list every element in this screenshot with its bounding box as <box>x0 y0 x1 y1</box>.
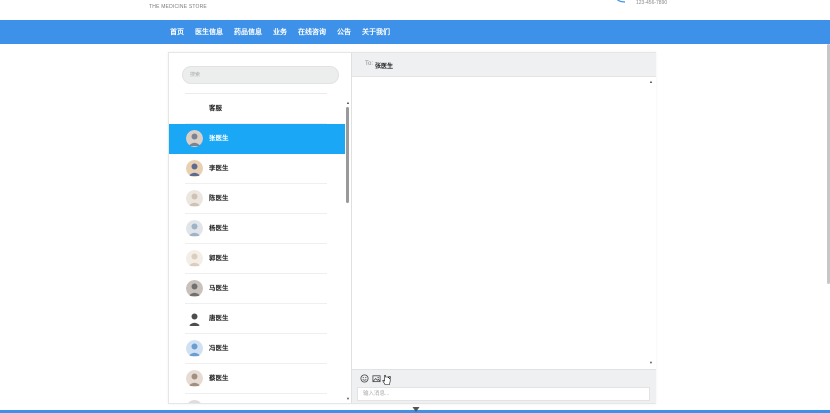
message-input[interactable]: 输入消息... <box>357 387 650 401</box>
contact-list: 搜索 客服张医生李医生陈医生杨医生郭医生马医生唐医生冯医生蔡医生谢医生 ▲ ▼ <box>169 53 351 403</box>
phone-number: 123-456-7890 <box>636 0 668 6</box>
image-icon[interactable] <box>372 374 381 383</box>
contact-name: 谢医生 <box>209 394 229 403</box>
nav-item-4[interactable]: 在线咨询 <box>298 27 326 37</box>
avatar <box>186 370 203 387</box>
chat-scroll-down-icon[interactable]: ▼ <box>649 360 653 365</box>
search-input[interactable]: 搜索 <box>182 66 339 84</box>
chat-scroll-up-icon[interactable]: ▲ <box>649 79 653 84</box>
chat-area: To: 张医生 ▲ ▼ 输入消息... <box>351 53 656 403</box>
avatar <box>186 160 203 177</box>
contact-name: 客服 <box>209 105 222 112</box>
chat-panel: 搜索 客服张医生李医生陈医生杨医生郭医生马医生唐医生冯医生蔡医生谢医生 ▲ ▼ … <box>168 52 656 404</box>
scroll-thumb[interactable] <box>346 107 349 203</box>
nav-item-6[interactable]: 关于我们 <box>362 27 390 37</box>
nav-menu: 首页 医生信息 药品信息 业务 在线咨询 公告 关于我们 <box>170 20 390 44</box>
contact-name: 冯医生 <box>209 345 229 352</box>
contact-name: 张医生 <box>209 135 229 142</box>
store-subtitle: THE MEDICINE STORE <box>149 4 207 10</box>
contact-item[interactable]: 李医生 <box>169 154 345 184</box>
contact-name: 蔡医生 <box>209 375 229 382</box>
scroll-down-icon[interactable]: ▼ <box>346 396 350 401</box>
mouse-pointer-icon <box>382 374 391 385</box>
avatar <box>186 130 203 147</box>
nav-item-3[interactable]: 业务 <box>273 27 287 37</box>
chat-header: To: 张医生 <box>352 53 656 77</box>
contact-name: 马医生 <box>209 285 229 292</box>
to-label: To: <box>365 61 374 67</box>
phone-icon <box>616 0 626 3</box>
nav-item-2[interactable]: 药品信息 <box>234 27 262 37</box>
contact-list-scrollbar[interactable]: ▲ ▼ <box>345 100 350 403</box>
avatar <box>186 190 203 207</box>
contact-item[interactable]: 陈医生 <box>169 184 345 214</box>
nav-item-5[interactable]: 公告 <box>337 27 351 37</box>
main-navbar: 首页 医生信息 药品信息 业务 在线咨询 公告 关于我们 <box>0 20 830 44</box>
avatar <box>186 310 203 327</box>
contact-name: 李医生 <box>209 165 229 172</box>
contact-item[interactable]: 谢医生 <box>169 394 345 403</box>
contact-item[interactable]: 冯医生 <box>169 334 345 364</box>
avatar <box>186 280 203 297</box>
contact-item[interactable]: 马医生 <box>169 274 345 304</box>
emoji-icon[interactable] <box>360 374 369 383</box>
chat-recipient-name: 张医生 <box>375 64 394 70</box>
message-area[interactable] <box>352 77 656 369</box>
contact-item[interactable]: 张医生 <box>169 124 345 154</box>
chevron-down-icon[interactable] <box>412 406 420 413</box>
avatar <box>186 340 203 357</box>
contact-item[interactable]: 杨医生 <box>169 214 345 244</box>
avatar <box>188 400 201 403</box>
contact-name: 杨医生 <box>209 225 229 232</box>
avatar <box>186 250 203 267</box>
top-header: THE MEDICINE STORE 123-456-7890 <box>0 0 830 20</box>
chat-input-bar: 输入消息... <box>352 369 656 403</box>
scroll-up-icon[interactable]: ▲ <box>346 100 350 105</box>
nav-item-0[interactable]: 首页 <box>170 27 184 37</box>
contact-name: 陈医生 <box>209 195 229 202</box>
contact-item[interactable]: 郭医生 <box>169 244 345 274</box>
contact-name: 唐医生 <box>209 315 229 322</box>
contact-item[interactable]: 客服 <box>169 94 345 124</box>
nav-item-1[interactable]: 医生信息 <box>195 27 223 37</box>
contact-item[interactable]: 蔡医生 <box>169 364 345 394</box>
contact-item[interactable]: 唐医生 <box>169 304 345 334</box>
avatar <box>186 220 203 237</box>
contact-name: 郭医生 <box>209 255 229 262</box>
